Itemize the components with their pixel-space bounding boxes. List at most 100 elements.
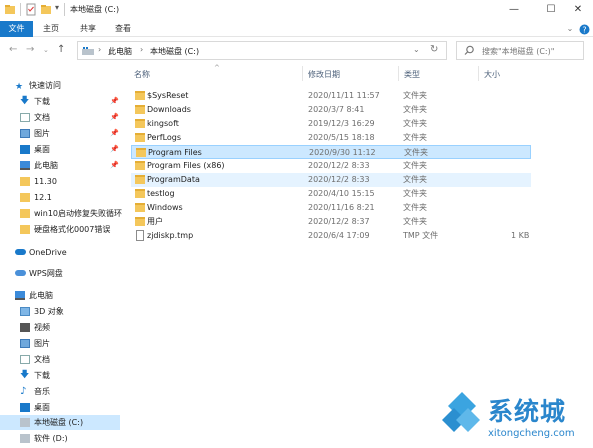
nav-item-documents[interactable]: 文档 📌 xyxy=(0,110,120,125)
nav-item-pc-desktop[interactable]: 桌面 xyxy=(0,400,120,415)
table-row[interactable]: $SysReset 2020/11/11 11:57 文件夹 xyxy=(131,89,531,103)
table-row[interactable]: Windows 2020/11/16 8:21 文件夹 xyxy=(131,201,531,215)
minimize-button[interactable]: — xyxy=(499,0,529,20)
properties-icon[interactable] xyxy=(25,3,37,16)
nav-label: 硬盘格式化0007错误 xyxy=(34,225,111,234)
file-date: 2020/6/4 17:09 xyxy=(308,231,370,240)
refresh-icon[interactable]: ↻ xyxy=(430,44,438,55)
nav-label: 此电脑 xyxy=(34,161,58,170)
expand-ribbon-icon[interactable]: ⌄ xyxy=(565,22,575,36)
file-size: 1 KB xyxy=(511,231,530,240)
folder-icon xyxy=(20,209,30,218)
nav-onedrive[interactable]: OneDrive xyxy=(0,245,120,260)
tab-view[interactable]: 查看 xyxy=(112,22,134,36)
nav-item-recent-4[interactable]: 硬盘格式化0007错误 xyxy=(0,222,120,237)
breadcrumb-this-pc[interactable]: 此电脑 xyxy=(108,46,132,57)
nav-quick-access[interactable]: ★ 快速访问 xyxy=(0,78,120,93)
folder-icon xyxy=(135,91,145,100)
table-row[interactable]: zjdiskp.tmp 2020/6/4 17:09 TMP 文件 1 KB xyxy=(131,229,531,243)
file-type: 文件夹 xyxy=(403,91,427,100)
breadcrumb-drive-c[interactable]: 本地磁盘 (C:) xyxy=(150,46,199,57)
maximize-button[interactable]: ☐ xyxy=(536,0,566,20)
folder-icon xyxy=(135,119,145,128)
pin-icon: 📌 xyxy=(110,129,119,137)
svg-text:?: ? xyxy=(582,26,586,35)
nav-label: 视频 xyxy=(34,323,50,332)
column-divider[interactable] xyxy=(302,66,303,81)
nav-label: 桌面 xyxy=(34,403,50,412)
star-icon: ★ xyxy=(15,82,24,92)
folder-icon xyxy=(135,105,145,114)
column-header-date[interactable]: 修改日期 xyxy=(308,69,340,80)
nav-label: 文档 xyxy=(34,113,50,122)
file-date: 2020/12/2 8:37 xyxy=(308,217,370,226)
file-date: 2020/11/11 11:57 xyxy=(308,91,380,100)
file-type: 文件夹 xyxy=(403,133,427,142)
search-icon xyxy=(464,45,475,58)
forward-button[interactable]: → xyxy=(26,44,34,55)
table-row[interactable]: testlog 2020/4/10 15:15 文件夹 xyxy=(131,187,531,201)
close-button[interactable]: ✕ xyxy=(563,0,593,20)
table-row-selected[interactable]: Program Files 2020/9/30 11:12 文件夹 xyxy=(131,145,531,159)
table-row[interactable]: PerfLogs 2020/5/15 18:18 文件夹 xyxy=(131,131,531,145)
nav-item-this-pc-pinned[interactable]: 此电脑 📌 xyxy=(0,158,120,173)
nav-item-drive-c[interactable]: 本地磁盘 (C:) xyxy=(0,415,120,430)
recent-locations-icon[interactable]: ⌄ xyxy=(43,46,49,54)
nav-item-music[interactable]: ♪ 音乐 xyxy=(0,384,120,399)
nav-label: 软件 (D:) xyxy=(34,434,68,443)
ribbon-tabs: 文件 主页 共享 查看 ⌄ ? xyxy=(0,20,593,37)
address-dropdown-icon[interactable]: ⌄ xyxy=(413,45,420,54)
file-name: Program Files xyxy=(148,148,202,157)
customize-toolbar-icon[interactable]: ▾ xyxy=(55,3,63,16)
explorer-icon[interactable] xyxy=(4,3,16,16)
column-divider[interactable] xyxy=(398,66,399,81)
picture-icon xyxy=(20,129,30,138)
tab-home[interactable]: 主页 xyxy=(40,22,62,36)
back-button[interactable]: ← xyxy=(9,44,17,55)
file-type: 文件夹 xyxy=(404,148,428,157)
file-type: TMP 文件 xyxy=(403,231,439,240)
picture-icon xyxy=(20,339,30,348)
tab-file[interactable]: 文件 xyxy=(0,21,33,37)
nav-item-recent-1[interactable]: 11.30 xyxy=(0,174,120,189)
search-input[interactable]: 搜索"本地磁盘 (C:)" xyxy=(482,46,554,57)
help-icon[interactable]: ? xyxy=(578,22,590,36)
folder-icon xyxy=(135,175,145,184)
new-folder-icon[interactable] xyxy=(40,3,52,16)
table-row-hover[interactable]: ProgramData 2020/12/2 8:33 文件夹 xyxy=(131,173,531,187)
nav-label: 音乐 xyxy=(34,387,50,396)
nav-item-pc-documents[interactable]: 文档 xyxy=(0,352,120,367)
address-bar[interactable]: › 此电脑 › 本地磁盘 (C:) ⌄ ↻ xyxy=(77,41,447,60)
watermark-brand: 系统城 xyxy=(488,397,567,426)
column-header-size[interactable]: 大小 xyxy=(484,69,500,80)
divider xyxy=(64,3,65,16)
nav-item-videos[interactable]: 视频 xyxy=(0,320,120,335)
nav-this-pc[interactable]: 此电脑 xyxy=(0,288,120,303)
table-row[interactable]: Program Files (x86) 2020/12/2 8:33 文件夹 xyxy=(131,159,531,173)
file-date: 2020/5/15 18:18 xyxy=(308,133,375,142)
nav-wps[interactable]: WPS网盘 xyxy=(0,266,120,281)
column-header-name[interactable]: 名称 xyxy=(134,69,150,80)
nav-label: win10启动修复失败循环 xyxy=(34,209,123,218)
nav-item-pc-downloads[interactable]: 🡇 下载 xyxy=(0,368,120,383)
file-date: 2020/11/16 8:21 xyxy=(308,203,375,212)
table-row[interactable]: kingsoft 2019/12/3 16:29 文件夹 xyxy=(131,117,531,131)
nav-item-pc-pictures[interactable]: 图片 xyxy=(0,336,120,351)
file-name: zjdiskp.tmp xyxy=(147,231,194,240)
nav-item-recent-2[interactable]: 12.1 xyxy=(0,190,120,205)
cloud-icon xyxy=(15,270,26,276)
up-button[interactable]: ↑ xyxy=(57,44,65,55)
table-row[interactable]: Downloads 2020/3/7 8:41 文件夹 xyxy=(131,103,531,117)
nav-item-downloads[interactable]: 🡇 下载 📌 xyxy=(0,94,120,109)
table-row[interactable]: 用户 2020/12/2 8:37 文件夹 xyxy=(131,215,531,229)
search-box[interactable]: 搜索"本地磁盘 (C:)" xyxy=(456,41,584,60)
nav-item-recent-3[interactable]: win10启动修复失败循环 xyxy=(0,206,123,221)
column-header-type[interactable]: 类型 xyxy=(404,69,420,80)
tab-share[interactable]: 共享 xyxy=(77,22,99,36)
nav-item-3d-objects[interactable]: 3D 对象 xyxy=(0,304,120,319)
nav-item-drive-d[interactable]: 软件 (D:) xyxy=(0,431,120,446)
nav-item-pictures[interactable]: 图片 📌 xyxy=(0,126,120,141)
nav-label: 图片 xyxy=(34,129,50,138)
column-divider[interactable] xyxy=(478,66,479,81)
nav-item-desktop[interactable]: 桌面 📌 xyxy=(0,142,120,157)
